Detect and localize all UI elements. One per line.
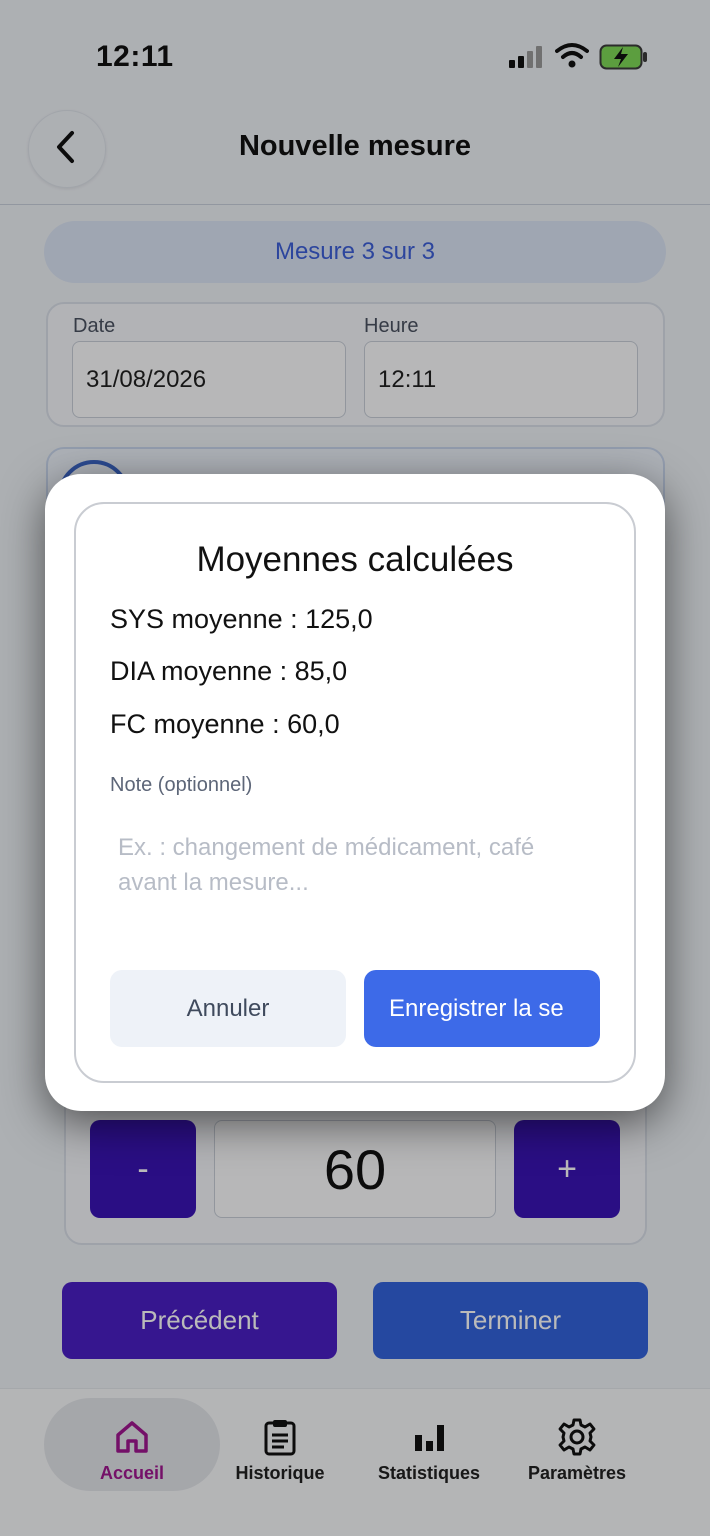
note-input[interactable]: Ex. : changement de médicament, café ava… <box>118 830 588 900</box>
cancel-button[interactable]: Annuler <box>110 970 346 1047</box>
note-label: Note (optionnel) <box>110 774 253 796</box>
dia-average: DIA moyenne : 85,0 <box>110 656 348 686</box>
sys-average: SYS moyenne : 125,0 <box>110 604 373 634</box>
save-session-button[interactable]: Enregistrer la se <box>364 970 600 1047</box>
fc-average: FC moyenne : 60,0 <box>110 709 340 739</box>
dialog-title: Moyennes calculées <box>196 540 514 579</box>
app-screen: 12:11 Nouvelle mesure Mesure 3 sur 3 Dat… <box>0 0 710 1536</box>
